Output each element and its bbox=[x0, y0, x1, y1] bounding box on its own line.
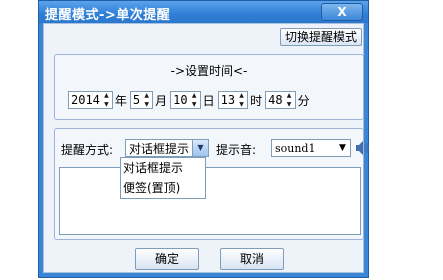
switch-mode-button[interactable]: 切换提醒模式 bbox=[279, 28, 362, 46]
ok-button[interactable]: 确定 bbox=[135, 248, 199, 270]
spin-arrows-icon[interactable]: ▲ ▼ bbox=[285, 92, 294, 108]
chevron-down-icon[interactable]: ▼ bbox=[192, 140, 208, 156]
month-value[interactable]: 5 bbox=[131, 93, 142, 107]
method-dropdown-list: 对话框提示 便签(置顶) bbox=[120, 157, 206, 199]
cancel-button[interactable]: 取消 bbox=[220, 248, 284, 270]
hour-spinner[interactable]: 13 ▲ ▼ bbox=[217, 91, 249, 109]
year-unit: 年 bbox=[114, 93, 127, 108]
dialog-window: 提醒模式->单次提醒 X 切换提醒模式 ->设置时间<- 2014 ▲ ▼ 年 5… bbox=[38, 0, 369, 278]
minute-value[interactable]: 48 bbox=[266, 93, 284, 107]
method-select[interactable]: 对话框提示 ▼ bbox=[125, 139, 209, 157]
method-value[interactable]: 对话框提示 bbox=[126, 140, 192, 157]
window-title: 提醒模式->单次提醒 bbox=[45, 8, 171, 23]
spin-arrows-icon[interactable]: ▲ ▼ bbox=[102, 92, 111, 108]
time-group: ->设置时间<- 2014 ▲ ▼ 年 5 ▲ ▼ 月 10 ▲ ▼ 日 13 … bbox=[54, 54, 364, 120]
month-unit: 月 bbox=[155, 93, 168, 108]
year-spinner[interactable]: 2014 ▲ ▼ bbox=[68, 91, 113, 109]
year-value[interactable]: 2014 bbox=[69, 93, 102, 107]
dropdown-option-dialog[interactable]: 对话框提示 bbox=[121, 158, 205, 178]
title-bar[interactable]: 提醒模式->单次提醒 X bbox=[39, 1, 368, 23]
time-row: 2014 ▲ ▼ 年 5 ▲ ▼ 月 10 ▲ ▼ 日 13 ▲ ▼ 时 48 … bbox=[68, 90, 313, 110]
close-icon: X bbox=[337, 5, 347, 19]
hour-value[interactable]: 13 bbox=[219, 93, 237, 107]
message-textarea[interactable] bbox=[59, 167, 361, 235]
day-unit: 日 bbox=[202, 93, 215, 108]
remind-group: 提醒方式: 对话框提示 ▼ 提示音: sound1 ▼ bbox=[54, 128, 369, 240]
day-value[interactable]: 10 bbox=[171, 93, 189, 107]
close-button[interactable]: X bbox=[321, 3, 363, 21]
sound-select[interactable]: sound1 ▼ bbox=[271, 139, 351, 157]
minute-unit: 分 bbox=[297, 93, 310, 108]
sound-value[interactable]: sound1 bbox=[272, 142, 335, 155]
day-spinner[interactable]: 10 ▲ ▼ bbox=[170, 91, 201, 109]
hour-unit: 时 bbox=[250, 93, 263, 108]
month-spinner[interactable]: 5 ▲ ▼ bbox=[129, 91, 154, 109]
dropdown-option-note[interactable]: 便签(置顶) bbox=[121, 178, 205, 198]
method-label: 提醒方式: bbox=[61, 143, 114, 157]
sound-label: 提示音: bbox=[216, 143, 257, 157]
chevron-down-icon[interactable]: ▼ bbox=[335, 140, 350, 156]
time-section-title: ->设置时间<- bbox=[170, 64, 248, 78]
spin-arrows-icon[interactable]: ▲ ▼ bbox=[190, 92, 199, 108]
spin-arrows-icon[interactable]: ▲ ▼ bbox=[237, 92, 246, 108]
speaker-icon[interactable] bbox=[355, 140, 369, 156]
minute-spinner[interactable]: 48 ▲ ▼ bbox=[265, 91, 296, 109]
spin-arrows-icon[interactable]: ▲ ▼ bbox=[142, 92, 151, 108]
dialog-body: 切换提醒模式 ->设置时间<- 2014 ▲ ▼ 年 5 ▲ ▼ 月 10 ▲ ▼ 日 bbox=[43, 23, 369, 273]
